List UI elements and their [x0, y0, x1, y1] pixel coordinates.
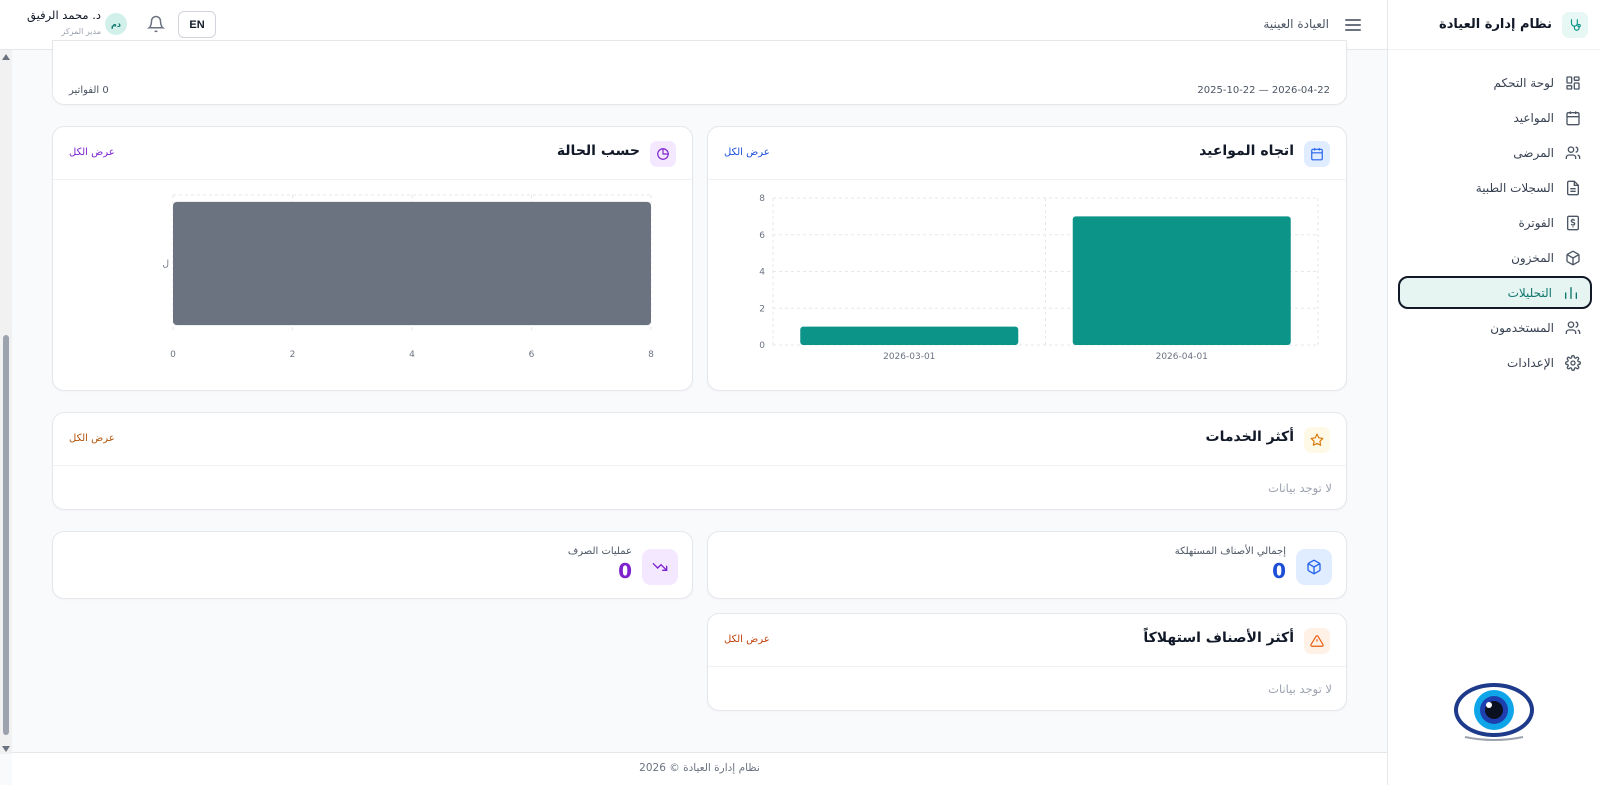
clinic-name: العيادة العينية	[1263, 17, 1329, 31]
trending-down-icon	[642, 549, 678, 585]
sidebar: نظام إدارة العيادة لوحة التحكم المواعيد …	[1387, 0, 1600, 785]
menu-icon[interactable]	[1345, 16, 1361, 32]
y-tick-label: 0	[759, 341, 765, 351]
scroll-down-arrow[interactable]	[2, 746, 10, 752]
sidebar-item-label: السجلات الطبية	[1475, 180, 1554, 195]
users-icon	[1564, 144, 1582, 162]
empty-state-text: لا توجد بيانات	[1268, 481, 1332, 495]
avatar[interactable]: دم	[105, 13, 127, 35]
empty-state-text: لا توجد بيانات	[1268, 682, 1332, 696]
calendar-icon	[1564, 109, 1582, 127]
view-all-link[interactable]: عرض الكل	[69, 147, 115, 158]
date-range: 2025-10-22 — 2026-04-22	[1197, 85, 1330, 96]
y-tick-label: 6	[759, 231, 765, 241]
appointments-trend-chart: 0 2 4 6 8 2026-03-01 2026-04-01	[759, 194, 1319, 362]
sidebar-item-appointments[interactable]: المواعيد	[1398, 101, 1592, 134]
calendar-icon	[1304, 141, 1330, 167]
sidebar-item-label: الإعدادات	[1507, 355, 1554, 370]
sidebar-item-billing[interactable]: الفوترة	[1398, 206, 1592, 239]
dollar-icon	[1564, 214, 1582, 232]
footer: نظام إدارة العيادة © 2026	[12, 752, 1387, 785]
dispense-operations-stat-card: عمليات الصرف 0	[52, 531, 693, 599]
sidebar-item-dashboard[interactable]: لوحة التحكم	[1398, 66, 1592, 99]
file-text-icon	[1564, 179, 1582, 197]
y-tick-label: 8	[759, 194, 765, 204]
warning-icon	[1304, 628, 1330, 654]
x-tick-label: 0	[170, 350, 176, 360]
card-header: أكثر الخدمات عرض الكل	[53, 413, 1346, 466]
star-icon	[1304, 427, 1330, 453]
package-icon	[1564, 249, 1582, 267]
footer-text: نظام إدارة العيادة © 2026	[639, 762, 760, 774]
bar	[173, 201, 651, 326]
sidebar-item-label: الفوترة	[1518, 215, 1554, 230]
appointments-trend-card: اتجاه المواعيد عرض الكل 0 2 4 6 8 2026-03-01 2…	[707, 126, 1347, 391]
card-header: حسب الحالة عرض الكل	[53, 127, 692, 180]
stat-value: 0	[618, 559, 632, 583]
sidebar-item-label: المرضى	[1513, 145, 1554, 160]
pie-chart-icon	[650, 141, 676, 167]
stat-value: 0	[1272, 559, 1286, 583]
user-name: د. محمد الرفيق	[27, 8, 101, 22]
card-header: اتجاه المواعيد عرض الكل	[708, 127, 1346, 180]
x-tick-label: 8	[648, 350, 654, 360]
by-status-card: حسب الحالة عرض الكل 0 2 4 6 8 ل	[52, 126, 693, 391]
stethoscope-icon	[1562, 11, 1588, 38]
sidebar-item-label: المواعيد	[1513, 110, 1554, 125]
card-header: أكثر الأصناف استهلاكاً عرض الكل	[708, 614, 1346, 667]
dashboard-icon	[1564, 74, 1582, 92]
sidebar-item-label: المستخدمون	[1490, 320, 1554, 335]
card-title: حسب الحالة	[556, 143, 640, 159]
y-tick-label: 2	[759, 304, 765, 314]
eye-logo	[1453, 679, 1535, 741]
x-tick-label: 2026-04-01	[1156, 352, 1208, 362]
sidebar-item-label: المخزون	[1511, 250, 1554, 265]
bell-icon[interactable]	[146, 15, 166, 33]
card-title: أكثر الأصناف استهلاكاً	[1143, 630, 1294, 646]
scrollbar-thumb[interactable]	[3, 335, 9, 735]
sidebar-item-settings[interactable]: الإعدادات	[1398, 346, 1592, 379]
top-services-card: أكثر الخدمات عرض الكل لا توجد بيانات	[52, 412, 1347, 510]
x-tick-label: 2	[290, 350, 296, 360]
scrollbar[interactable]	[0, 50, 12, 754]
invoices-count: 0 الفواتير	[69, 85, 109, 96]
card-title: اتجاه المواعيد	[1199, 143, 1294, 159]
x-tick-label: 2026-03-01	[883, 352, 935, 362]
summary-card: 2025-10-22 — 2026-04-22 0 الفواتير	[52, 40, 1347, 105]
sidebar-item-label: التحليلات	[1507, 285, 1552, 300]
users-icon	[1564, 319, 1582, 337]
view-all-link[interactable]: عرض الكل	[69, 433, 115, 444]
language-toggle-button[interactable]: EN	[178, 11, 216, 38]
gear-icon	[1564, 354, 1582, 372]
y-tick-label: ل	[162, 260, 169, 270]
user-role: مدير المركز	[61, 27, 101, 36]
bar	[1072, 216, 1291, 345]
y-tick-label: 4	[759, 268, 765, 278]
sidebar-nav: لوحة التحكم المواعيد المرضى السجلات الطب…	[1388, 66, 1600, 379]
sidebar-item-label: لوحة التحكم	[1493, 75, 1555, 90]
x-tick-label: 6	[529, 350, 535, 360]
view-all-link[interactable]: عرض الكل	[724, 147, 770, 158]
card-title: أكثر الخدمات	[1205, 429, 1294, 445]
bar	[800, 326, 1019, 345]
sidebar-item-patients[interactable]: المرضى	[1398, 136, 1592, 169]
top-consumed-items-card: أكثر الأصناف استهلاكاً عرض الكل لا توجد …	[707, 613, 1347, 711]
view-all-link[interactable]: عرض الكل	[724, 634, 770, 645]
x-tick-label: 4	[409, 350, 415, 360]
sidebar-item-inventory[interactable]: المخزون	[1398, 241, 1592, 274]
by-status-chart: 0 2 4 6 8 ل	[162, 194, 654, 360]
scroll-up-arrow[interactable]	[2, 54, 10, 60]
sidebar-item-medical-records[interactable]: السجلات الطبية	[1398, 171, 1592, 204]
sidebar-item-analytics[interactable]: التحليلات	[1398, 276, 1592, 309]
stat-label: إجمالي الأصناف المستهلكة	[1174, 546, 1286, 557]
package-icon	[1296, 549, 1332, 585]
stat-label: عمليات الصرف	[567, 546, 632, 557]
consumed-items-stat-card: إجمالي الأصناف المستهلكة 0	[707, 531, 1347, 599]
brand-title: نظام إدارة العيادة	[1439, 17, 1552, 32]
sidebar-item-users[interactable]: المستخدمون	[1398, 311, 1592, 344]
bar-chart-icon	[1562, 284, 1580, 302]
brand: نظام إدارة العيادة	[1388, 0, 1600, 50]
